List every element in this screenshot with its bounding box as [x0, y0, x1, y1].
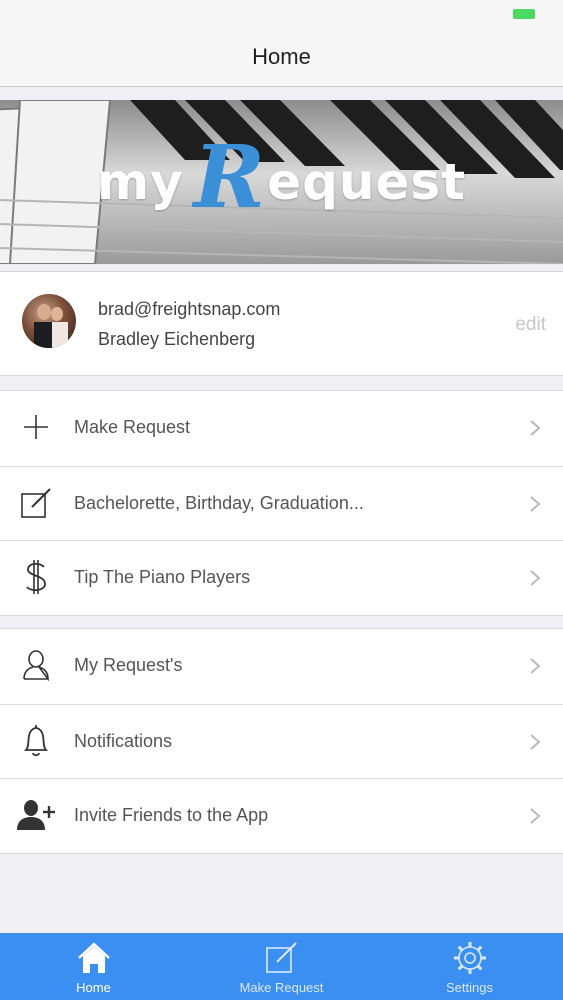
chevron-right-icon: [530, 733, 541, 750]
menu-item-label: Invite Friends to the App: [74, 805, 269, 825]
logo-text-r: R: [193, 127, 266, 228]
battery-icon: [513, 9, 535, 19]
menu-group-requests: Make Request Bachelorette, Birthday, Gra…: [0, 390, 563, 616]
compose-icon: [265, 942, 297, 973]
profile-card[interactable]: brad@freightsnap.com Bradley Eichenberg …: [0, 271, 563, 376]
tab-make-request[interactable]: Make Request: [188, 933, 375, 1000]
navigation-bar: Home: [0, 28, 563, 87]
menu-item-make-request[interactable]: Make Request: [0, 391, 563, 466]
menu-item-special-occasion[interactable]: Bachelorette, Birthday, Graduation...: [0, 465, 563, 541]
tab-label: Settings: [446, 980, 493, 995]
gear-icon: [453, 942, 486, 974]
profile-email: brad@freightsnap.com: [98, 299, 281, 319]
status-bar: [0, 0, 563, 28]
bell-icon: [16, 721, 56, 761]
person-icon: [16, 645, 56, 685]
menu-item-label: My Request's: [74, 655, 183, 675]
tab-settings[interactable]: Settings: [376, 933, 563, 1000]
logo-text-my: my: [96, 153, 184, 211]
chevron-right-icon: [530, 420, 541, 436]
avatar: [22, 294, 76, 348]
tab-bar: Home Make Request Settings: [0, 933, 563, 1000]
menu-item-label: Make Request: [74, 417, 191, 437]
profile-name: Bradley Eichenberg: [98, 329, 256, 349]
dollar-icon: [16, 557, 56, 597]
menu-item-label: Notifications: [74, 730, 173, 751]
chevron-right-icon: [530, 658, 541, 674]
app-logo: my R equest: [0, 100, 563, 264]
chevron-right-icon: [530, 808, 541, 824]
menu-item-label: Tip The Piano Players: [74, 567, 251, 587]
menu-group-account: My Request's Notifications Invite Friend…: [0, 628, 563, 854]
plus-icon: [16, 407, 56, 447]
menu-item-invite-friends[interactable]: Invite Friends to the App: [0, 778, 563, 853]
chevron-right-icon: [530, 570, 541, 586]
page-title: Home: [252, 44, 311, 69]
header-banner: my R equest: [0, 100, 563, 264]
tab-home[interactable]: Home: [0, 933, 187, 1000]
edit-profile-button[interactable]: edit: [515, 314, 546, 336]
logo-text-rest: equest: [267, 153, 467, 211]
tab-label: Make Request: [239, 980, 324, 995]
home-icon: [77, 942, 110, 973]
tab-label: Home: [76, 980, 111, 995]
menu-item-notifications[interactable]: Notifications: [0, 703, 563, 779]
menu-item-tip[interactable]: Tip The Piano Players: [0, 540, 563, 615]
add-user-icon: [16, 795, 56, 835]
chevron-right-icon: [530, 495, 541, 512]
menu-item-label: Bachelorette, Birthday, Graduation...: [74, 492, 364, 513]
menu-item-my-requests[interactable]: My Request's: [0, 629, 563, 704]
compose-icon: [16, 483, 56, 523]
